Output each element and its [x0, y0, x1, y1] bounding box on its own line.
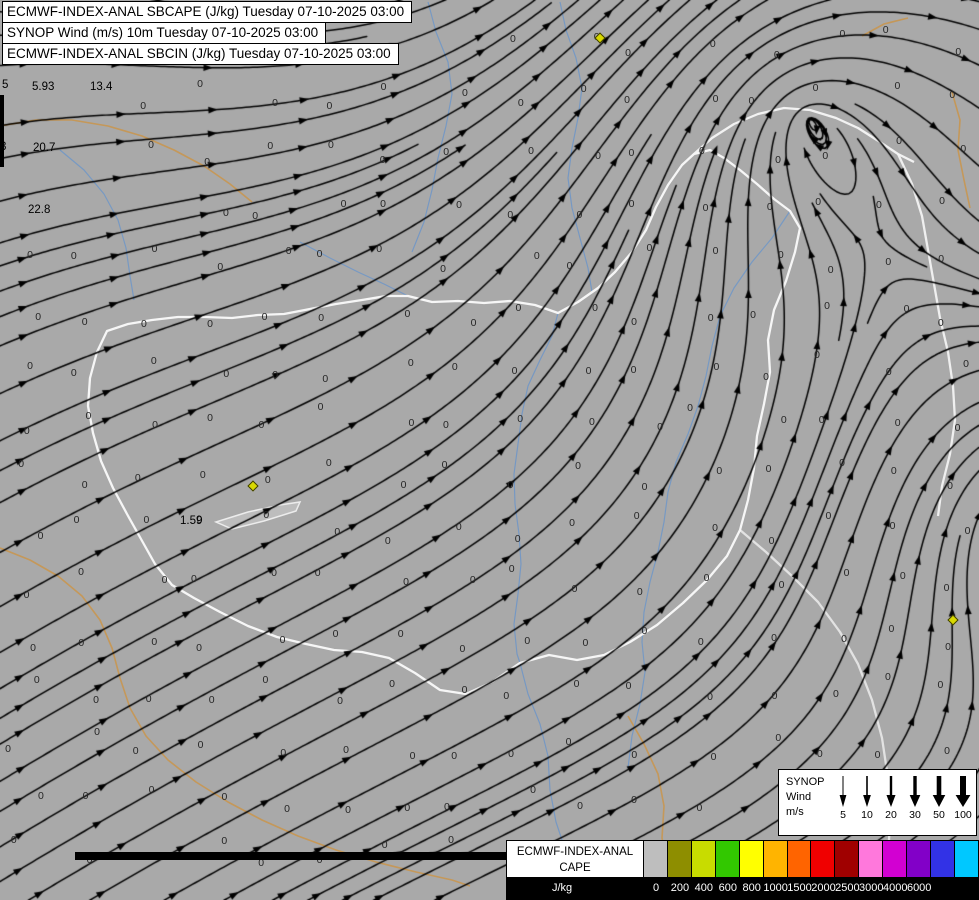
wind-legend-unit: m/s: [786, 805, 831, 820]
wind-arrow-down-icon: [857, 774, 877, 808]
wind-legend-title: SYNOP: [786, 775, 831, 790]
cape-color-swatch: [764, 841, 788, 877]
wind-speed-scale-item: 10: [855, 774, 879, 835]
wind-streamlines-canvas: [0, 0, 979, 900]
wind-speed-scale-item: 50: [927, 774, 951, 835]
cape-color-swatch: [907, 841, 931, 877]
cape-color-swatch: [716, 841, 740, 877]
weather-map-screen: 0000000000000000000000000000000000000000…: [0, 0, 979, 900]
cape-tick-label: 1000: [763, 882, 787, 894]
cape-legend: ECMWF-INDEX-ANAL CAPE J/kg 0 200 400 600 800…: [506, 840, 979, 900]
wind-legend: SYNOP Wind m/s 510203050100: [778, 769, 977, 836]
wind-legend-subtitle: Wind: [786, 790, 831, 805]
wind-speed-label: 10: [855, 809, 879, 821]
cape-color-swatch: [692, 841, 716, 877]
cape-tick-label: 600: [719, 882, 737, 894]
title-line-sbcin: ECMWF-INDEX-ANAL SBCIN (J/kg) Tuesday 07…: [2, 43, 399, 65]
cape-legend-title-box: ECMWF-INDEX-ANAL CAPE: [506, 840, 644, 878]
cape-tick-label: 400: [695, 882, 713, 894]
title-line-sbcape: ECMWF-INDEX-ANAL SBCAPE (J/kg) Tuesday 0…: [2, 1, 412, 23]
cape-tick-label: 3000: [859, 882, 883, 894]
wind-speed-scale-item: 20: [879, 774, 903, 835]
wind-legend-labels: SYNOP Wind m/s: [779, 770, 831, 835]
wind-arrow-down-icon: [833, 774, 853, 808]
cape-tick-label: 1500: [787, 882, 811, 894]
cape-color-swatch: [668, 841, 692, 877]
wind-arrow-down-icon: [881, 774, 901, 808]
cape-color-swatch: [931, 841, 955, 877]
cape-tick-label: 800: [743, 882, 761, 894]
cape-color-swatch: [883, 841, 907, 877]
wind-arrow-down-icon: [953, 774, 973, 808]
cape-tick-label: 6000: [907, 882, 931, 894]
wind-speed-scale-item: 5: [831, 774, 855, 835]
cape-color-swatch: [955, 841, 978, 877]
cape-legend-ticks: J/kg 0 200 400 600 8001000150020002500300040…: [506, 878, 979, 900]
wind-legend-scale: 510203050100: [831, 770, 976, 835]
cape-color-swatch: [788, 841, 812, 877]
cape-color-swatch: [644, 841, 668, 877]
cape-legend-parameter: CAPE: [507, 860, 643, 876]
map-title-box: ECMWF-INDEX-ANAL SBCAPE (J/kg) Tuesday 0…: [2, 2, 412, 65]
cape-tick-label: 2500: [835, 882, 859, 894]
cape-color-swatch: [811, 841, 835, 877]
wind-speed-label: 30: [903, 809, 927, 821]
cape-color-swatch: [740, 841, 764, 877]
cape-legend-top: ECMWF-INDEX-ANAL CAPE: [506, 840, 979, 878]
cape-tick-label: 2000: [811, 882, 835, 894]
cape-tick-label: 200: [671, 882, 689, 894]
cape-tick-label: 4000: [883, 882, 907, 894]
wind-speed-scale-item: 30: [903, 774, 927, 835]
cape-legend-model: ECMWF-INDEX-ANAL: [507, 844, 643, 860]
wind-speed-label: 20: [879, 809, 903, 821]
wind-speed-label: 100: [951, 809, 975, 821]
cape-color-swatch: [835, 841, 859, 877]
cape-colorbar: [644, 840, 979, 878]
wind-speed-label: 5: [831, 809, 855, 821]
cape-tick-label: 0: [653, 882, 659, 894]
map-frame-bottom: [75, 852, 515, 860]
wind-speed-scale-item: 100: [951, 774, 975, 835]
cape-color-swatch: [859, 841, 883, 877]
wind-speed-label: 50: [927, 809, 951, 821]
cape-legend-unit: J/kg: [552, 882, 572, 894]
wind-arrow-down-icon: [929, 774, 949, 808]
wind-arrow-down-icon: [905, 774, 925, 808]
title-line-synop-wind: SYNOP Wind (m/s) 10m Tuesday 07-10-2025 …: [2, 22, 326, 44]
map-frame-left: [0, 95, 4, 167]
